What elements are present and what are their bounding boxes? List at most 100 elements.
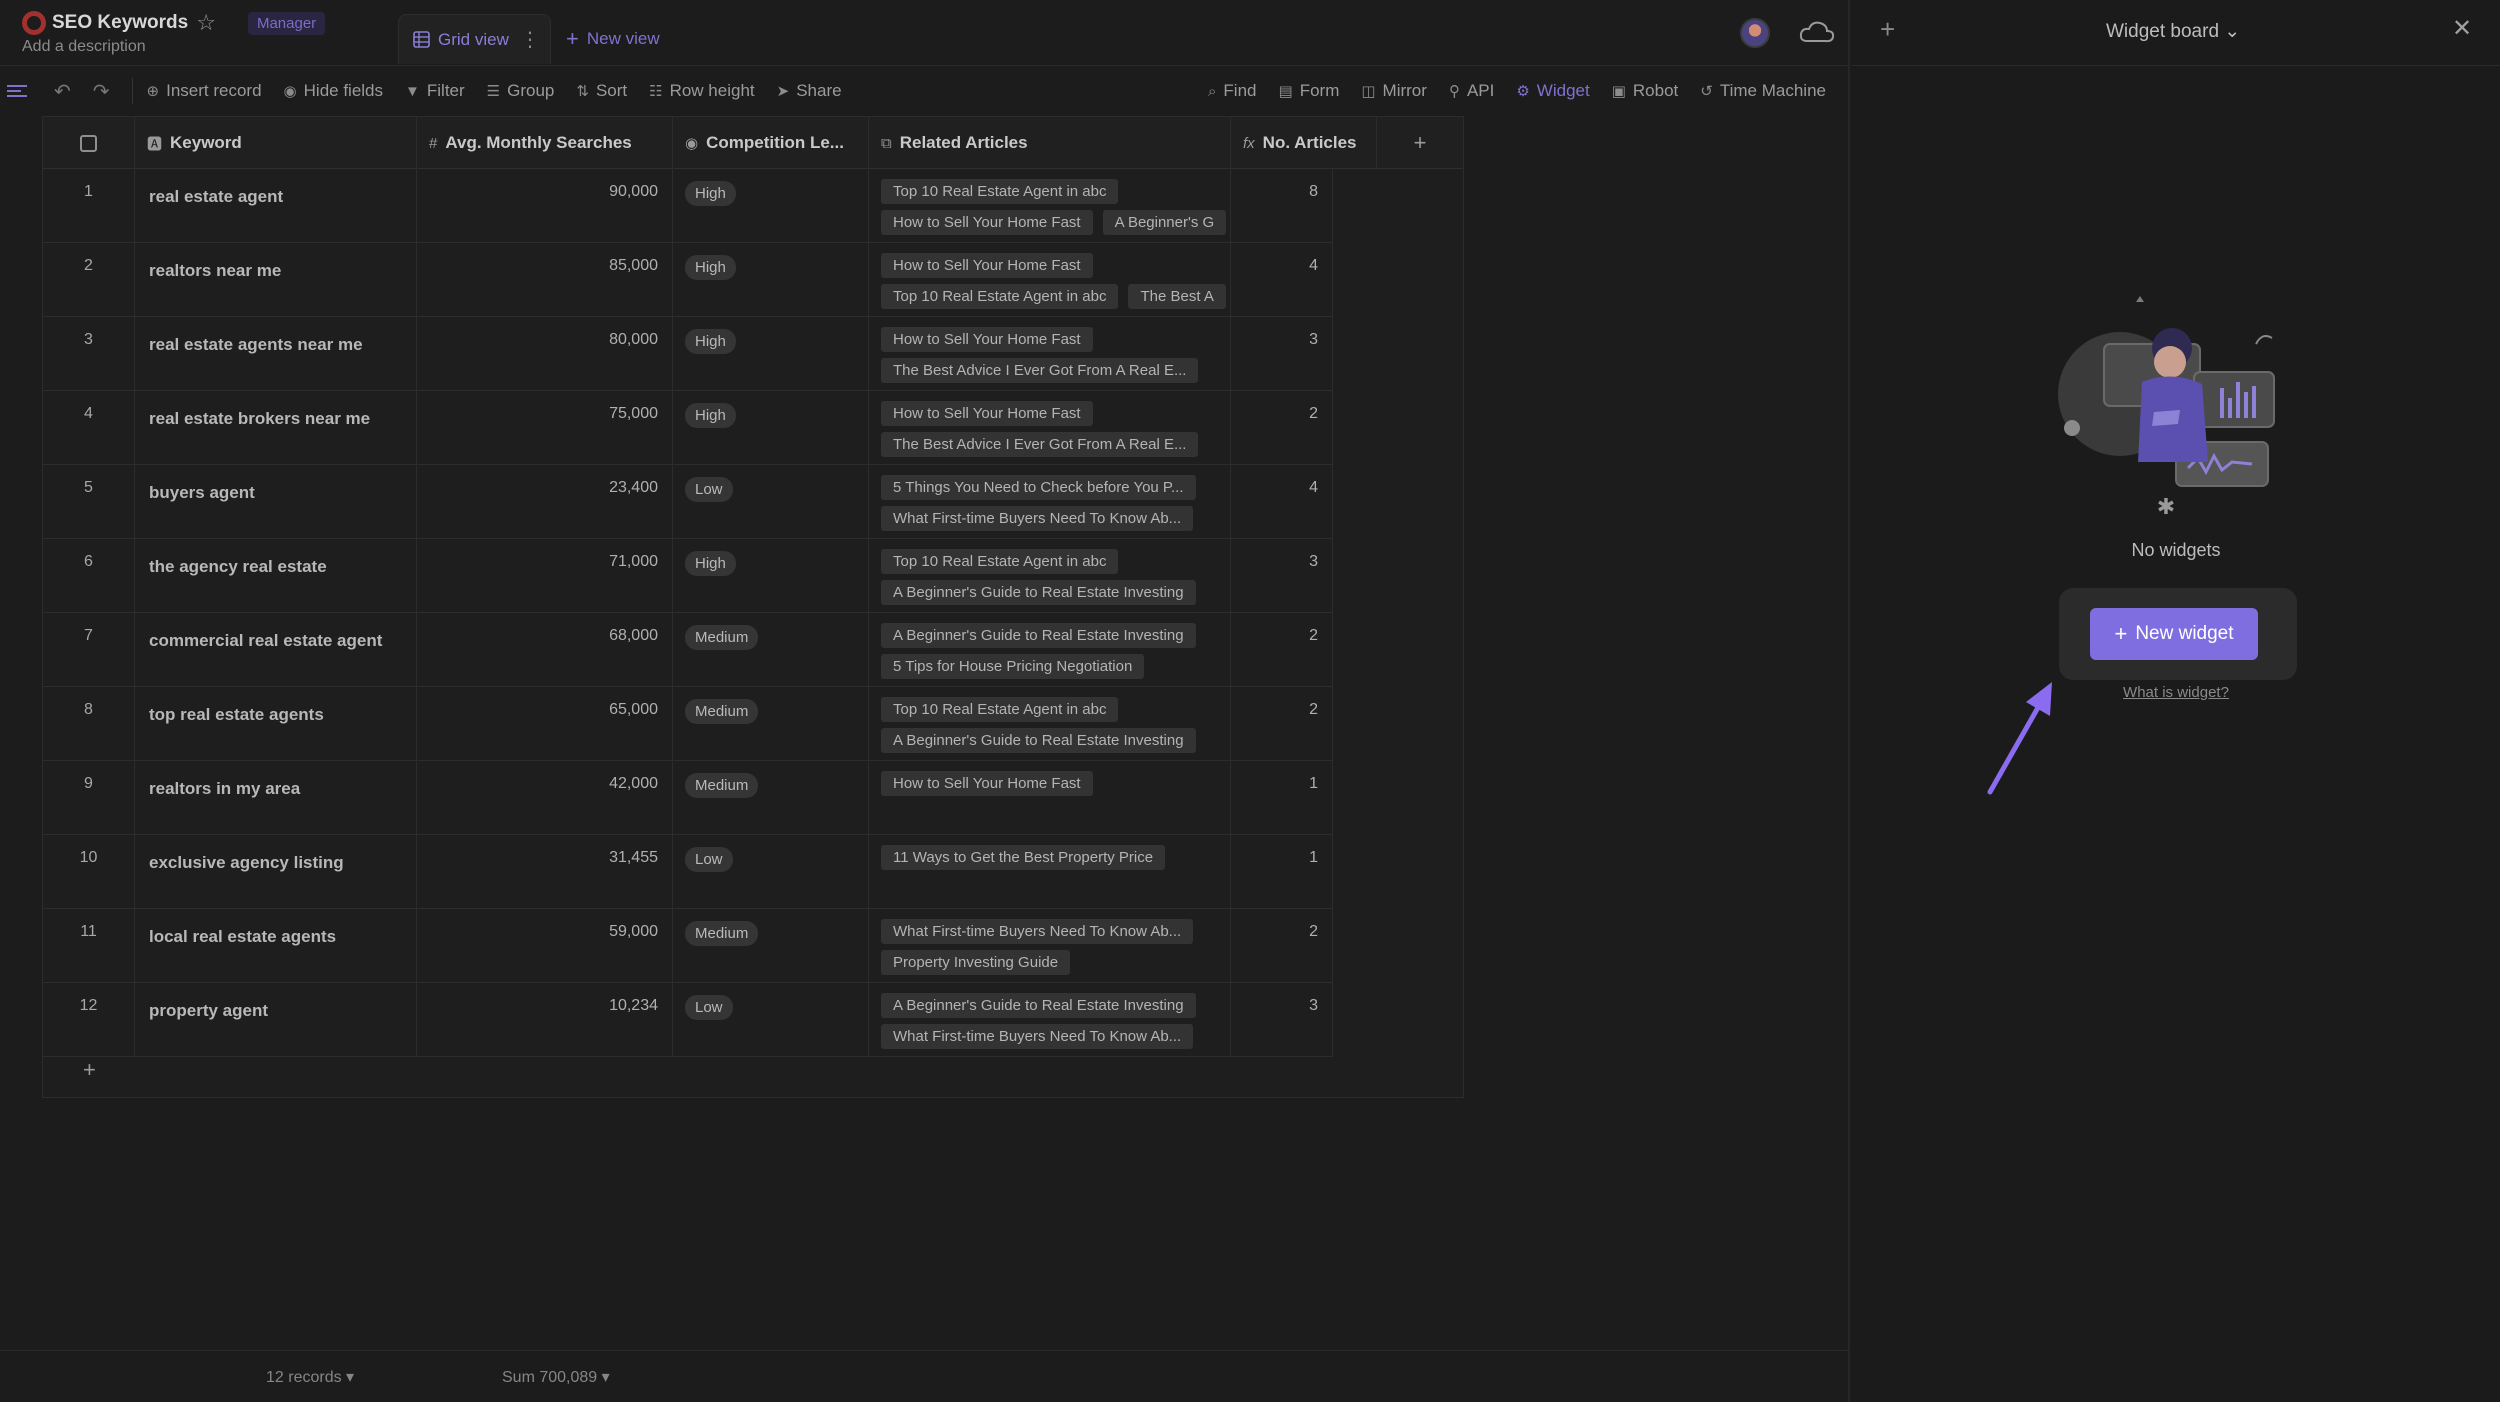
keyword-cell[interactable]: real estate agent [135, 169, 417, 243]
widget-button[interactable]: ⚙ Widget [1516, 81, 1589, 101]
mirror-button[interactable]: ◫ Mirror [1361, 81, 1427, 101]
searches-cell[interactable]: 59,000 [417, 909, 673, 983]
datasheet-name[interactable]: SEO Keywords [52, 12, 188, 34]
article-link-tag[interactable]: What First-time Buyers Need To Know Ab..… [881, 506, 1194, 531]
article-link-tag[interactable]: Top 10 Real Estate Agent in abc [881, 549, 1119, 574]
share-button[interactable]: ➤ Share [777, 81, 842, 101]
keyword-cell[interactable]: real estate agents near me [135, 317, 417, 391]
searches-cell[interactable]: 90,000 [417, 169, 673, 243]
robot-button[interactable]: ▣ Robot [1612, 81, 1679, 101]
description-field[interactable]: Add a description [22, 38, 146, 56]
competition-cell[interactable]: Low [673, 983, 869, 1057]
close-icon[interactable]: ✕ [2452, 14, 2472, 43]
column-header-competition[interactable]: ◉ Competition Le... [673, 117, 869, 169]
table-row[interactable]: 10 exclusive agency listing 31,455 Low 11 Wa… [43, 835, 1333, 909]
filter-button[interactable]: ▼ Filter [405, 81, 465, 101]
article-link-tag[interactable]: How to Sell Your Home Fast [881, 401, 1093, 426]
related-articles-cell[interactable]: How to Sell Your Home Fast The Best Advic… [869, 317, 1231, 391]
what-is-widget-link[interactable]: What is widget? [1852, 684, 2500, 701]
related-articles-cell[interactable]: How to Sell Your Home Fast [869, 761, 1231, 835]
hide-fields-button[interactable]: ◉ Hide fields [284, 81, 383, 101]
searches-cell[interactable]: 31,455 [417, 835, 673, 909]
table-row[interactable]: 5 buyers agent 23,400 Low 5 Things You Need … [43, 465, 1333, 539]
keyword-cell[interactable]: top real estate agents [135, 687, 417, 761]
article-link-tag[interactable]: Top 10 Real Estate Agent in abc [881, 179, 1119, 204]
article-link-tag[interactable]: 11 Ways to Get the Best Property Price [881, 845, 1166, 870]
searches-cell[interactable]: 23,400 [417, 465, 673, 539]
table-row[interactable]: 3 real estate agents near me 80,000 High How… [43, 317, 1333, 391]
add-record-button[interactable]: + [43, 1053, 1333, 1091]
competition-cell[interactable]: High [673, 317, 869, 391]
searches-cell[interactable]: 42,000 [417, 761, 673, 835]
competition-cell[interactable]: High [673, 243, 869, 317]
keyword-cell[interactable]: buyers agent [135, 465, 417, 539]
tab-grid-view[interactable]: Grid view ⋮ [398, 14, 551, 64]
article-link-tag[interactable]: Property Investing Guide [881, 950, 1071, 975]
find-button[interactable]: ⌕ Find [1208, 81, 1256, 101]
related-articles-cell[interactable]: 5 Things You Need to Check before You P.… [869, 465, 1231, 539]
related-articles-cell[interactable]: Top 10 Real Estate Agent in abc A Beginne… [869, 687, 1231, 761]
sum-stat[interactable]: Sum 700,089 ▾ [502, 1367, 610, 1387]
table-row[interactable]: 7 commercial real estate agent 68,000 Mediu… [43, 613, 1333, 687]
article-link-tag[interactable]: A Beginner's Guide to Real Estate Invest… [881, 728, 1196, 753]
article-link-tag[interactable]: How to Sell Your Home Fast [881, 771, 1093, 796]
row-height-button[interactable]: ☷ Row height [649, 81, 755, 101]
competition-cell[interactable]: High [673, 169, 869, 243]
related-articles-cell[interactable]: A Beginner's Guide to Real Estate Invest… [869, 983, 1231, 1057]
article-link-tag[interactable]: 5 Tips for House Pricing Negotiation [881, 654, 1145, 679]
column-header-searches[interactable]: # Avg. Monthly Searches [417, 117, 673, 169]
table-row[interactable]: 12 property agent 10,234 Low A Beginner's Gu… [43, 983, 1333, 1057]
new-view-button[interactable]: + New view [566, 26, 660, 52]
article-link-tag[interactable]: What First-time Buyers Need To Know Ab..… [881, 919, 1194, 944]
searches-cell[interactable]: 71,000 [417, 539, 673, 613]
article-link-tag[interactable]: A Beginner's Guide to Real Estate Invest… [881, 623, 1196, 648]
avatar[interactable] [1740, 18, 1770, 48]
undo-icon[interactable]: ↶ [54, 79, 71, 104]
keyword-cell[interactable]: local real estate agents [135, 909, 417, 983]
sidebar-toggle-icon[interactable] [6, 82, 28, 100]
article-link-tag[interactable]: How to Sell Your Home Fast [881, 210, 1093, 235]
column-header-articles[interactable]: ⧉ Related Articles [869, 117, 1231, 169]
competition-cell[interactable]: High [673, 391, 869, 465]
table-row[interactable]: 6 the agency real estate 71,000 High Top 10 … [43, 539, 1333, 613]
article-link-tag[interactable]: Top 10 Real Estate Agent in abc [881, 697, 1119, 722]
keyword-cell[interactable]: realtors near me [135, 243, 417, 317]
competition-cell[interactable]: Low [673, 835, 869, 909]
table-row[interactable]: 2 realtors near me 85,000 High How to Sell Y… [43, 243, 1333, 317]
competition-cell[interactable]: Medium [673, 613, 869, 687]
form-button[interactable]: ▤ Form [1279, 81, 1340, 101]
competition-cell[interactable]: Medium [673, 909, 869, 983]
add-widget-board-icon[interactable]: + [1880, 14, 1895, 45]
article-link-tag[interactable]: A Beginner's Guide to Real Estate Invest… [881, 993, 1196, 1018]
article-link-tag[interactable]: What First-time Buyers Need To Know Ab..… [881, 1024, 1194, 1049]
searches-cell[interactable]: 75,000 [417, 391, 673, 465]
table-row[interactable]: 4 real estate brokers near me 75,000 High Ho… [43, 391, 1333, 465]
article-link-tag[interactable]: Top 10 Real Estate Agent in abc [881, 284, 1119, 309]
keyword-cell[interactable]: commercial real estate agent [135, 613, 417, 687]
searches-cell[interactable]: 80,000 [417, 317, 673, 391]
related-articles-cell[interactable]: How to Sell Your Home Fast Top 10 Real Es… [869, 243, 1231, 317]
star-icon[interactable]: ☆ [196, 10, 216, 36]
keyword-cell[interactable]: exclusive agency listing [135, 835, 417, 909]
searches-cell[interactable]: 65,000 [417, 687, 673, 761]
searches-cell[interactable]: 10,234 [417, 983, 673, 1057]
widget-board-selector[interactable]: Widget board ⌄ [2106, 20, 2240, 43]
article-link-tag[interactable]: How to Sell Your Home Fast [881, 253, 1093, 278]
table-row[interactable]: 1 real estate agent 90,000 High Top 10 Real … [43, 169, 1333, 243]
related-articles-cell[interactable]: How to Sell Your Home Fast The Best Advic… [869, 391, 1231, 465]
competition-cell[interactable]: Medium [673, 761, 869, 835]
record-count[interactable]: 12 records ▾ [266, 1367, 354, 1387]
column-header-keyword[interactable]: 🅰 Keyword [135, 117, 417, 169]
keyword-cell[interactable]: real estate brokers near me [135, 391, 417, 465]
add-column-button[interactable]: + [1377, 117, 1463, 169]
keyword-cell[interactable]: property agent [135, 983, 417, 1057]
article-link-tag[interactable]: The Best A [1128, 284, 1226, 309]
api-button[interactable]: ⚲ API [1449, 81, 1494, 101]
new-widget-button[interactable]: + New widget [2090, 608, 2258, 660]
sync-cloud-icon[interactable] [1798, 16, 1836, 48]
competition-cell[interactable]: Low [673, 465, 869, 539]
related-articles-cell[interactable]: Top 10 Real Estate Agent in abc How to Se… [869, 169, 1231, 243]
group-button[interactable]: ☰ Group [487, 81, 555, 101]
related-articles-cell[interactable]: What First-time Buyers Need To Know Ab..… [869, 909, 1231, 983]
related-articles-cell[interactable]: Top 10 Real Estate Agent in abc A Beginne… [869, 539, 1231, 613]
